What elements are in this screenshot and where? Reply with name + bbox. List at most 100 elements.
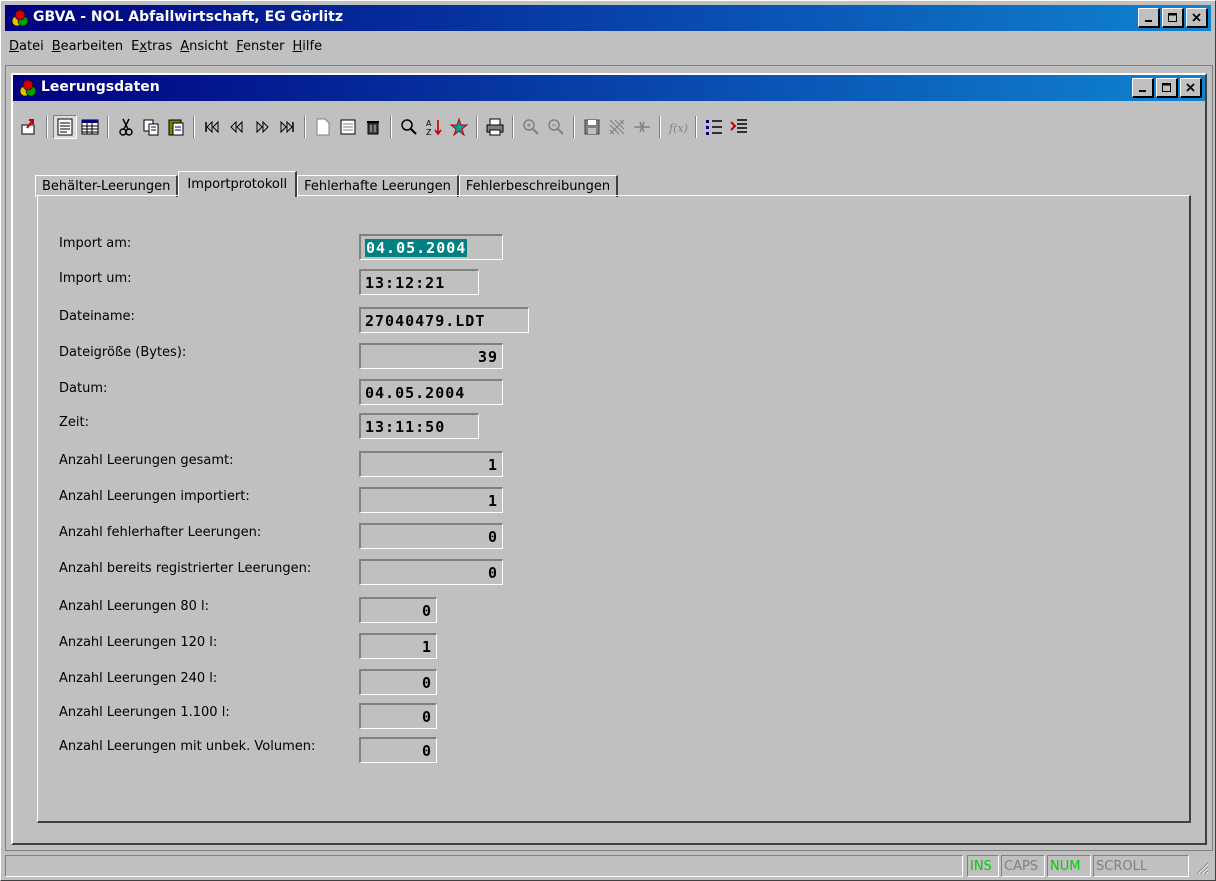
- leerungen-80l-field[interactable]: 0: [359, 597, 437, 623]
- label-fehlerhafte-leerungen: Anzahl fehlerhafter Leerungen:: [59, 525, 262, 540]
- field-row-leerungen-gesamt: Anzahl Leerungen gesamt: 1: [59, 451, 539, 477]
- last-record-button[interactable]: [275, 115, 299, 139]
- tab-behaelter-leerungen[interactable]: Behälter-Leerungen: [35, 175, 179, 197]
- function-button[interactable]: f(x): [666, 115, 690, 139]
- menu-fenster[interactable]: Fenster: [236, 39, 284, 54]
- leerungen-240l-field[interactable]: 0: [359, 669, 437, 695]
- pattern-icon: [609, 119, 625, 135]
- menu-hilfe[interactable]: Hilfe: [293, 39, 323, 54]
- label-leerungen-1100l: Anzahl Leerungen 1.100 l:: [59, 705, 230, 720]
- import-am-field[interactable]: 04.05.2004: [359, 234, 503, 260]
- table-view-icon: [81, 119, 99, 135]
- minimize-button[interactable]: [1138, 8, 1160, 28]
- svg-text:f(x): f(x): [668, 122, 688, 135]
- printer-icon: [486, 118, 504, 136]
- indent-list-button[interactable]: [727, 115, 751, 139]
- app-titlebar[interactable]: GBVA - NOL Abfallwirtschaft, EG Görlitz: [5, 5, 1211, 31]
- svg-text:A: A: [426, 119, 432, 128]
- status-caps-indicator: CAPS: [1001, 855, 1045, 877]
- zoom-out-button[interactable]: [544, 115, 568, 139]
- zoom-in-button[interactable]: [519, 115, 543, 139]
- delete-record-button[interactable]: [361, 115, 385, 139]
- copy-icon: [143, 119, 159, 136]
- zoom-in-icon: [523, 119, 539, 135]
- paste-icon: [168, 119, 184, 136]
- leerungen-1100l-field[interactable]: 0: [359, 703, 437, 729]
- dateigroesse-field[interactable]: 39: [359, 343, 503, 369]
- leerungen-unbekannt-field[interactable]: 0: [359, 737, 437, 763]
- exit-button[interactable]: [17, 115, 41, 139]
- child-minimize-button[interactable]: [1132, 78, 1154, 98]
- field-row-leerungen-1100l: Anzahl Leerungen 1.100 l: 0: [59, 703, 539, 729]
- leerungen-gesamt-field[interactable]: 1: [359, 451, 503, 477]
- previous-record-icon: [230, 120, 243, 134]
- dateiname-field[interactable]: 27040479.LDT: [359, 307, 529, 333]
- copy-button[interactable]: [139, 115, 163, 139]
- child-maximize-button[interactable]: [1156, 78, 1178, 98]
- search-button[interactable]: [397, 115, 421, 139]
- import-um-field[interactable]: 13:12:21: [359, 269, 479, 295]
- status-bar: INS CAPS NUM SCROLL: [5, 853, 1211, 877]
- list-button[interactable]: [702, 115, 726, 139]
- zeit-field[interactable]: 13:11:50: [359, 413, 479, 439]
- zoom-out-icon: [548, 119, 564, 135]
- exit-icon: [21, 119, 35, 135]
- label-registrierte-leerungen: Anzahl bereits registrierter Leerungen:: [59, 561, 312, 576]
- table-view-button[interactable]: [78, 115, 102, 139]
- next-record-button[interactable]: [250, 115, 274, 139]
- app-window-buttons: [1138, 8, 1208, 28]
- disconnect-button[interactable]: [630, 115, 654, 139]
- app-logo-icon: [11, 9, 29, 27]
- registrierte-leerungen-field[interactable]: 0: [359, 559, 503, 585]
- datum-field[interactable]: 04.05.2004: [359, 379, 503, 405]
- previous-record-button[interactable]: [225, 115, 249, 139]
- label-import-am: Import am:: [59, 236, 132, 251]
- indent-list-icon: [730, 119, 747, 133]
- child-close-button[interactable]: [1180, 78, 1202, 98]
- field-row-datum: Datum: 04.05.2004: [59, 379, 539, 405]
- child-titlebar[interactable]: Leerungsdaten: [13, 75, 1205, 101]
- status-scroll-indicator: SCROLL: [1093, 855, 1189, 877]
- filter-button[interactable]: [447, 115, 471, 139]
- tab-fehlerhafte-leerungen[interactable]: Fehlerhafte Leerungen: [297, 175, 459, 197]
- paste-button[interactable]: [164, 115, 188, 139]
- print-button[interactable]: [483, 115, 507, 139]
- toolbar-separator: [659, 116, 661, 138]
- tab-importprotokoll[interactable]: Importprotokoll: [178, 171, 298, 197]
- cut-button[interactable]: [114, 115, 138, 139]
- edit-record-button[interactable]: [336, 115, 360, 139]
- close-button[interactable]: [1186, 8, 1208, 28]
- field-row-fehlerhafte-leerungen: Anzahl fehlerhafter Leerungen: 0: [59, 523, 539, 549]
- maximize-button[interactable]: [1162, 8, 1184, 28]
- form-view-button[interactable]: [53, 115, 77, 139]
- status-ins-indicator: INS: [967, 855, 999, 877]
- menu-ansicht[interactable]: Ansicht: [180, 39, 228, 54]
- fehlerhafte-leerungen-field[interactable]: 0: [359, 523, 503, 549]
- new-record-button[interactable]: [311, 115, 335, 139]
- save-button[interactable]: [580, 115, 604, 139]
- resize-grip-icon[interactable]: [1195, 861, 1209, 875]
- label-leerungen-120l: Anzahl Leerungen 120 l:: [59, 635, 218, 650]
- minimize-icon: [1138, 89, 1146, 92]
- toolbar-separator: [695, 116, 697, 138]
- leerungen-120l-field[interactable]: 1: [359, 633, 437, 659]
- label-leerungen-importiert: Anzahl Leerungen importiert:: [59, 489, 250, 504]
- toolbar-separator: [512, 116, 514, 138]
- field-row-import-um: Import um: 13:12:21: [59, 269, 539, 295]
- pattern-button[interactable]: [605, 115, 629, 139]
- label-leerungen-unbekannt: Anzahl Leerungen mit unbek. Volumen:: [59, 739, 316, 754]
- menu-bearbeiten[interactable]: Bearbeiten: [52, 39, 123, 54]
- menu-extras[interactable]: Extras: [131, 39, 172, 54]
- new-document-icon: [316, 118, 330, 136]
- toolbar-separator: [193, 116, 195, 138]
- field-row-leerungen-120l: Anzahl Leerungen 120 l: 1: [59, 633, 539, 659]
- label-leerungen-gesamt: Anzahl Leerungen gesamt:: [59, 453, 234, 468]
- menu-datei[interactable]: Datei: [9, 39, 44, 54]
- tab-fehlerbeschreibungen[interactable]: Fehlerbeschreibungen: [458, 175, 619, 197]
- minimize-icon: [1144, 19, 1152, 22]
- trash-icon: [367, 121, 379, 135]
- field-row-zeit: Zeit: 13:11:50: [59, 413, 539, 439]
- first-record-button[interactable]: [200, 115, 224, 139]
- leerungen-importiert-field[interactable]: 1: [359, 487, 503, 513]
- sort-button[interactable]: AZ: [422, 115, 446, 139]
